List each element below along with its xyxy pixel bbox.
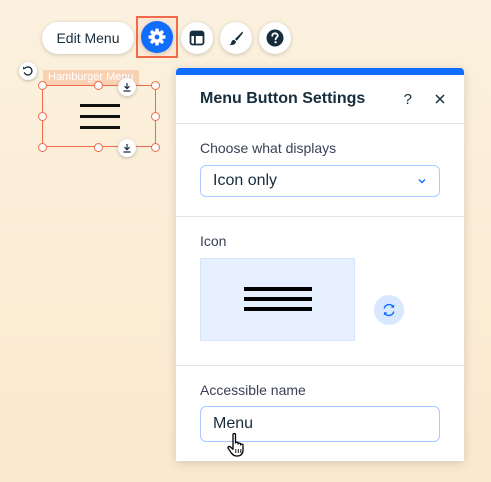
panel-close-button[interactable]: [434, 92, 446, 110]
panel-help-button[interactable]: ?: [404, 91, 412, 108]
hamburger-icon: [243, 283, 312, 317]
settings-button[interactable]: [141, 21, 173, 53]
edit-menu-button[interactable]: Edit Menu: [42, 22, 134, 54]
resize-handle-bottom-right[interactable]: [151, 143, 160, 152]
icon-preview[interactable]: [200, 258, 355, 341]
icon-label: Icon: [200, 233, 227, 249]
display-dropdown[interactable]: Icon only: [200, 165, 440, 197]
panel-header: Menu Button Settings ?: [176, 75, 464, 124]
panel-title: Menu Button Settings: [200, 90, 366, 107]
hamburger-icon[interactable]: [80, 104, 120, 137]
layout-button[interactable]: [181, 22, 213, 54]
accessible-name-label: Accessible name: [200, 382, 306, 398]
accessible-name-section: Accessible name Menu: [176, 366, 464, 442]
rotate-handle[interactable]: [19, 62, 37, 80]
download-icon: [123, 83, 131, 92]
rotate-icon: [22, 66, 33, 76]
menu-button-settings-panel: Menu Button Settings ? Choose what displ…: [176, 68, 464, 461]
display-section: Choose what displays Icon only: [176, 124, 464, 217]
panel-accent-bar: [176, 68, 464, 75]
resize-handle-top-right[interactable]: [151, 81, 160, 90]
accessible-name-value: Menu: [213, 415, 254, 432]
display-label: Choose what displays: [200, 140, 337, 156]
resize-handle-bottom[interactable]: [94, 143, 103, 152]
help-icon: [266, 29, 284, 47]
change-icon-button[interactable]: [374, 295, 404, 325]
refresh-icon: [383, 303, 395, 317]
close-icon: [435, 94, 445, 104]
layout-icon: [189, 30, 205, 46]
stretch-handle-top[interactable]: [118, 78, 136, 96]
hand-cursor-icon: [227, 432, 244, 457]
resize-handle-bottom-left[interactable]: [38, 143, 47, 152]
stretch-handle-bottom[interactable]: [118, 139, 136, 157]
display-dropdown-value: Icon only: [213, 172, 278, 189]
download-icon: [123, 144, 131, 153]
help-button[interactable]: [259, 22, 291, 54]
design-button[interactable]: [220, 22, 252, 54]
resize-handle-top[interactable]: [94, 81, 103, 90]
brush-icon: [229, 31, 243, 46]
icon-section: Icon: [176, 217, 464, 366]
chevron-down-icon: [418, 179, 426, 184]
resize-handle-right[interactable]: [151, 112, 160, 121]
resize-handle-top-left[interactable]: [38, 81, 47, 90]
gear-icon: [148, 28, 166, 46]
resize-handle-left[interactable]: [38, 112, 47, 121]
